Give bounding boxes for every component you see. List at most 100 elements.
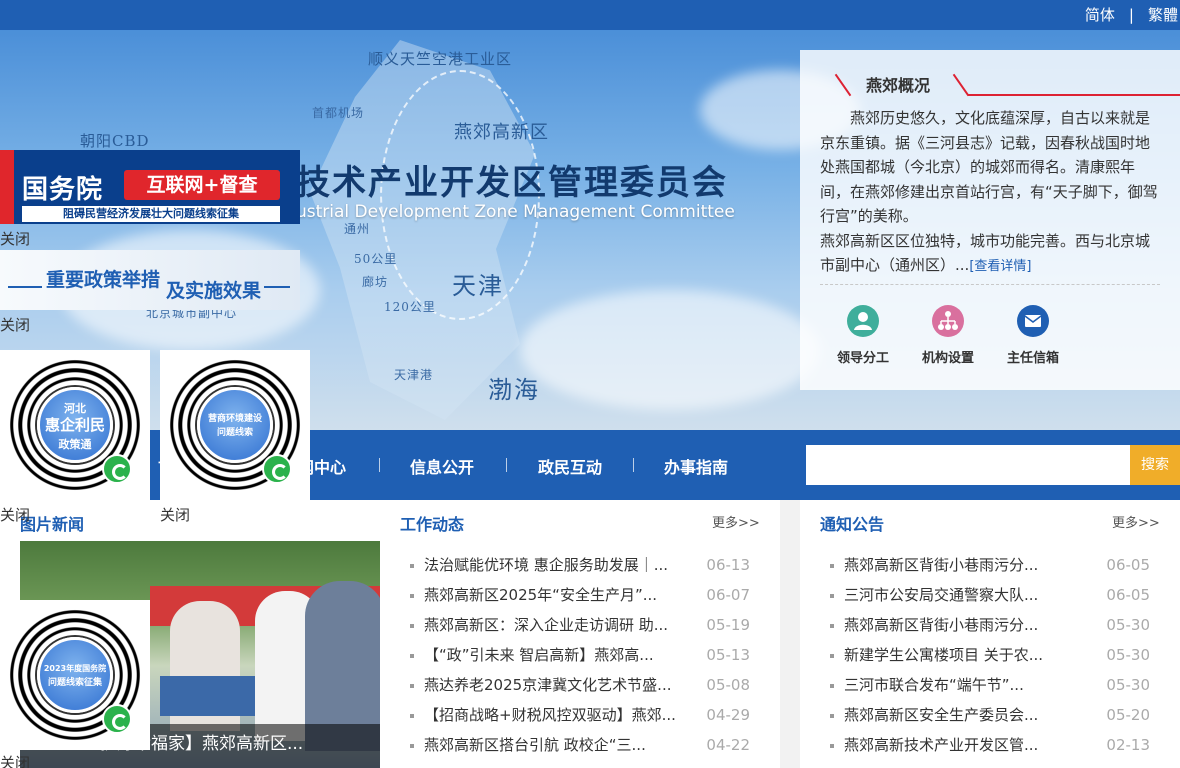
qr-text: 政策通 — [58, 438, 92, 451]
news-date: 04-29 — [706, 706, 750, 724]
map-label-tongzhou: 通州 — [344, 222, 371, 236]
news-title[interactable]: 燕郊高新区搭台引航 政校企“三... — [424, 730, 690, 760]
notice-title[interactable]: 新建学生公寓楼项目 关于农... — [844, 640, 1080, 670]
overview-quick-links: 领导分工 机构设置 主任信箱 — [820, 302, 1160, 382]
wechat-icon — [102, 704, 132, 734]
news-title[interactable]: 【招商战略+财税风控双驱动】燕郊... — [424, 700, 690, 730]
map-label-langfang: 廊坊 — [362, 275, 389, 289]
bullet — [410, 624, 414, 628]
list-item[interactable]: 燕郊高新区：深入企业走访调研 助... 05-19 — [410, 610, 750, 640]
close-button[interactable]: 关闭 — [160, 504, 190, 525]
quick-link-leaders[interactable]: 领导分工 — [823, 302, 903, 366]
org-chart-icon — [932, 305, 964, 337]
news-date: 06-07 — [706, 586, 750, 604]
search-input[interactable] — [806, 445, 1130, 485]
notices-more-link[interactable]: 更多>> — [1112, 512, 1160, 531]
bullet — [830, 684, 834, 688]
notice-title[interactable]: 燕郊高新技术产业开发区管... — [844, 730, 1080, 760]
news-date: 06-13 — [706, 556, 750, 574]
list-item[interactable]: 【“政”引未来 智启高新】燕郊高... 05-13 — [410, 640, 750, 670]
notice-title[interactable]: 三河市公安局交通警察大队... — [844, 580, 1080, 610]
qr-code-state-council[interactable]: 2023年度国务院 问题线索征集 — [0, 600, 150, 750]
slide-indicators — [165, 762, 237, 768]
notice-date: 06-05 — [1106, 556, 1150, 574]
qr-code-policy[interactable]: 河北 惠企利民 政策通 — [0, 350, 150, 500]
map-label-tianjin-port: 天津港 — [394, 368, 434, 382]
list-item[interactable]: 三河市联合发布“端午节”... 05-30 — [830, 670, 1150, 700]
list-item[interactable]: 三河市公安局交通警察大队... 06-05 — [830, 580, 1150, 610]
qr-text: 问题线索征集 — [47, 678, 102, 688]
notices-list: 燕郊高新区背街小巷雨污分... 06-05 三河市公安局交通警察大队... 06-0… — [830, 550, 1150, 760]
quick-link-label: 领导分工 — [836, 351, 889, 366]
qr-code-business[interactable]: 营商环境建设 问题线索 — [160, 350, 310, 500]
lang-separator: | — [1128, 6, 1134, 24]
nav-item-service-guide[interactable]: 办事指南 — [664, 454, 728, 478]
work-news-more-link[interactable]: 更多>> — [712, 512, 760, 531]
bullet — [830, 564, 834, 568]
map-label-shunyi: 顺义天竺空港工业区 — [368, 50, 513, 68]
list-item[interactable]: 【招商战略+财税风控双驱动】燕郊... 04-29 — [410, 700, 750, 730]
list-item[interactable]: 燕郊高新技术产业开发区管... 02-13 — [830, 730, 1150, 760]
title-decoration — [834, 73, 852, 97]
bullet — [830, 594, 834, 598]
list-item[interactable]: 燕郊高新区搭台引航 政校企“三... 04-22 — [410, 730, 750, 760]
news-date: 05-13 — [706, 646, 750, 664]
floating-ad-inspection[interactable]: 国务院 互联网+督查 阻碍民营经济发展壮大问题线索征集 — [0, 150, 300, 224]
nav-item-info-disclosure[interactable]: 信息公开 — [410, 454, 474, 478]
floating-ad-policy[interactable]: 重要政策举措 及实施效果 — [0, 250, 300, 310]
news-title[interactable]: 【“政”引未来 智启高新】燕郊高... — [424, 640, 690, 670]
notice-title[interactable]: 燕郊高新区背街小巷雨污分... — [844, 610, 1080, 640]
notice-date: 05-30 — [1106, 646, 1150, 664]
notice-title[interactable]: 三河市联合发布“端午节”... — [844, 670, 1080, 700]
list-item[interactable]: 新建学生公寓楼项目 关于农... 05-30 — [830, 640, 1150, 670]
news-title[interactable]: 燕郊高新区2025年“安全生产月”... — [424, 580, 690, 610]
notice-title[interactable]: 燕郊高新区安全生产委员会... — [844, 700, 1080, 730]
ad-text-b: 及实施效果 — [166, 280, 262, 302]
quick-link-organization[interactable]: 机构设置 — [908, 302, 988, 366]
map-label-50km: 50公里 — [354, 252, 398, 266]
news-title[interactable]: 法治赋能优环境 惠企服务助发展｜... — [424, 550, 690, 580]
news-date: 05-19 — [706, 616, 750, 634]
ad-subtext: 阻碍民营经济发展壮大问题线索征集 — [22, 206, 280, 222]
top-bar: 简体 | 繁體 — [0, 0, 1180, 30]
user-icon — [847, 305, 879, 337]
qr-text: 2023年度国务院 — [43, 664, 107, 673]
notice-date: 06-05 — [1106, 586, 1150, 604]
bullet — [830, 714, 834, 718]
list-item[interactable]: 燕郊高新区背街小巷雨污分... 06-05 — [830, 550, 1150, 580]
quick-link-mailbox[interactable]: 主任信箱 — [993, 302, 1073, 366]
close-button[interactable]: 关闭 — [0, 228, 30, 249]
nav-item-interaction[interactable]: 政民互动 — [538, 454, 602, 478]
bullet — [830, 654, 834, 658]
overview-title: 燕郊概况 — [866, 76, 931, 95]
lang-simplified-link[interactable]: 简体 — [1085, 0, 1115, 30]
title-underline — [968, 94, 1180, 96]
ad-text-a: 重要政策举措 — [46, 269, 161, 291]
lang-traditional-link[interactable]: 繁體 — [1148, 0, 1178, 30]
overview-text: 燕郊历史悠久，文化底蕴深厚，自古以来就是京东重镇。据《三河县志》记载，因春秋战国… — [820, 106, 1160, 280]
qr-text: 营商环境建设 — [207, 414, 262, 424]
map-label-tianjin: 天津 — [452, 272, 504, 300]
wechat-icon — [262, 454, 292, 484]
work-news-title: 工作动态 — [400, 515, 465, 534]
search-button[interactable]: 搜索 — [1130, 445, 1180, 485]
notice-title[interactable]: 燕郊高新区背街小巷雨污分... — [844, 550, 1080, 580]
close-button[interactable]: 关闭 — [0, 314, 30, 335]
news-title[interactable]: 燕郊高新区：深入企业走访调研 助... — [424, 610, 690, 640]
list-item[interactable]: 燕达养老2025京津冀文化艺术节盛... 05-08 — [410, 670, 750, 700]
notice-date: 05-30 — [1106, 676, 1150, 694]
nav-separator — [379, 458, 380, 472]
news-title[interactable]: 燕达养老2025京津冀文化艺术节盛... — [424, 670, 690, 700]
bullet — [410, 684, 414, 688]
list-item[interactable]: 法治赋能优环境 惠企服务助发展｜... 06-13 — [410, 550, 750, 580]
news-date: 05-08 — [706, 676, 750, 694]
list-item[interactable]: 燕郊高新区安全生产委员会... 05-20 — [830, 700, 1150, 730]
close-button[interactable]: 关闭 — [0, 504, 30, 525]
list-item[interactable]: 燕郊高新区2025年“安全生产月”... 06-07 — [410, 580, 750, 610]
close-button[interactable]: 关闭 — [0, 752, 30, 768]
overview-more-link[interactable]: [查看详情] — [969, 259, 1031, 274]
list-item[interactable]: 燕郊高新区背街小巷雨污分... 05-30 — [830, 610, 1150, 640]
language-switcher: 简体 | 繁體 — [1085, 0, 1180, 30]
hero-title: 技术产业开发区管理委员会 — [296, 163, 728, 203]
map-label-airport: 首都机场 — [312, 106, 365, 120]
